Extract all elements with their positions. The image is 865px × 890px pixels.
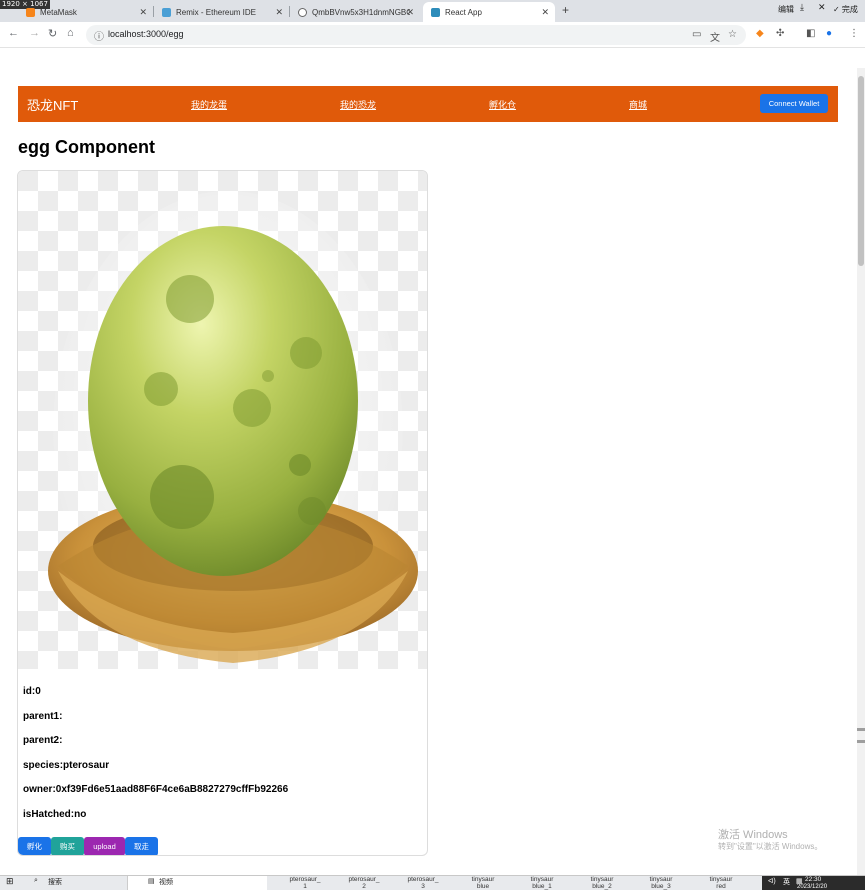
egg-id: id:0	[23, 686, 41, 697]
upload-button[interactable]: upload	[84, 837, 125, 855]
activation-watermark-title: 激活 Windows	[718, 829, 788, 841]
browser-tab-strip: 1920 × 1067 MetaMask ✕ Remix - Ethereum …	[0, 0, 865, 22]
translate-icon[interactable]: 文	[710, 29, 720, 44]
home-icon[interactable]: ⌂	[67, 27, 74, 39]
volume-icon[interactable]: ᐊ)	[768, 877, 776, 885]
file-label[interactable]: tinysaur blue_1	[517, 876, 567, 890]
taskbar-search-icon[interactable]: ⌕	[34, 877, 38, 885]
activation-watermark-subtitle: 转到"设置"以激活 Windows。	[718, 842, 823, 851]
done-button[interactable]: ✓ 完成	[833, 4, 858, 15]
scrollbar-thumb[interactable]	[858, 76, 864, 266]
clock-date[interactable]: 2023/12/20	[797, 884, 827, 890]
start-icon[interactable]: ⊞	[6, 876, 14, 887]
react-icon	[431, 7, 440, 17]
scroll-marker	[857, 740, 865, 743]
forward-icon[interactable]: →	[29, 27, 40, 39]
page-title: egg Component	[18, 137, 155, 157]
tab-ipfs[interactable]: QmbBVnw5x3H1dnmNGBC… ✕	[290, 2, 420, 22]
close-tab-icon[interactable]: ✕	[139, 7, 147, 18]
file-label[interactable]: pterosaur_ 3	[398, 876, 448, 890]
tab-metamask[interactable]: MetaMask ✕	[18, 2, 153, 22]
egg-parent1: parent1:	[23, 711, 63, 722]
nav-link-my-eggs[interactable]: 我的龙蛋	[191, 98, 227, 111]
install-app-icon[interactable]: ▭	[692, 29, 701, 40]
bookmark-star-icon[interactable]: ☆	[728, 29, 737, 40]
egg-parent2: parent2:	[23, 735, 63, 746]
page-content: 恐龙NFT 我的龙蛋 我的恐龙 孵化仓 商城 Connect Wallet eg…	[0, 49, 857, 875]
egg-owner: owner:0xf39Fd6e51aad88F6F4ce6aB8827279cf…	[23, 784, 289, 795]
new-tab-button[interactable]: +	[562, 3, 569, 17]
file-label[interactable]: tinysaur red	[696, 876, 746, 890]
tab-label: Remix - Ethereum IDE	[176, 7, 257, 17]
close-tab-icon[interactable]: ✕	[406, 7, 414, 18]
tab-label: MetaMask	[40, 7, 77, 17]
page-scrollbar[interactable]	[857, 68, 865, 875]
hatch-button[interactable]: 孵化	[18, 837, 51, 855]
back-icon[interactable]: ←	[8, 27, 19, 39]
file-label[interactable]: pterosaur_ 1	[280, 876, 330, 890]
taskbar-search[interactable]: 搜索	[48, 877, 62, 887]
reload-icon[interactable]: ↻	[48, 27, 57, 40]
ime-indicator[interactable]: 英	[783, 877, 790, 887]
globe-icon	[298, 7, 307, 17]
edit-button[interactable]: 编辑	[778, 4, 794, 15]
withdraw-button[interactable]: 取走	[125, 837, 158, 855]
egg-card: id:0 parent1: parent2: species:pterosaur…	[17, 170, 428, 856]
site-info-icon[interactable]: ⓘ	[94, 28, 104, 43]
side-panel-icon[interactable]: ◧	[806, 28, 815, 39]
close-tab-icon[interactable]: ✕	[275, 7, 283, 18]
tab-react-app[interactable]: React App ✕	[423, 2, 555, 22]
tab-remix[interactable]: Remix - Ethereum IDE ✕	[154, 2, 289, 22]
app-navbar: 恐龙NFT 我的龙蛋 我的恐龙 孵化仓 商城 Connect Wallet	[18, 86, 838, 122]
metamask-fox-icon	[26, 7, 35, 17]
egg-species: species:pterosaur	[23, 760, 110, 771]
taskbar-app-label[interactable]: 视频	[159, 877, 173, 887]
folder-icon: ▤	[148, 878, 155, 885]
tab-label: QmbBVnw5x3H1dnmNGBC…	[312, 7, 410, 17]
menu-icon[interactable]: ⋮	[849, 28, 859, 39]
url-text: localhost:3000/egg	[108, 29, 184, 39]
tab-label: React App	[445, 7, 482, 17]
nav-link-incubator[interactable]: 孵化仓	[489, 98, 516, 111]
brand-logo[interactable]: 恐龙NFT	[27, 95, 78, 114]
nav-link-my-dinosaurs[interactable]: 我的恐龙	[340, 98, 376, 111]
buy-button[interactable]: 购买	[51, 837, 84, 855]
download-icon[interactable]: ⤓	[800, 2, 804, 13]
close-tab-icon[interactable]: ✕	[541, 7, 549, 18]
windows-taskbar: ⊞ ⌕ 搜索 ▤ 视频 pterosaur_ 1 pterosaur_ 2 pter…	[0, 875, 865, 890]
file-label[interactable]: pterosaur_ 2	[339, 876, 389, 890]
egg-is-hatched: isHatched:no	[23, 809, 87, 820]
profile-icon[interactable]: ●	[826, 28, 832, 39]
browser-toolbar: ← → ↻ ⌂ ⓘ localhost:3000/egg ▭ 文 ☆ ◆ ✣ ◧…	[0, 22, 865, 48]
extensions-icon[interactable]: ✣	[776, 28, 784, 39]
connect-wallet-button[interactable]: Connect Wallet	[760, 94, 828, 113]
metamask-extension-icon[interactable]: ◆	[756, 28, 764, 39]
nav-link-market[interactable]: 商城	[629, 98, 647, 111]
address-bar[interactable]: ⓘ localhost:3000/egg ▭ 文 ☆	[86, 25, 746, 45]
close-icon[interactable]: ✕	[818, 2, 826, 13]
file-label[interactable]: tinysaur blue	[458, 876, 508, 890]
clock-time[interactable]: 22:30	[805, 876, 821, 883]
file-label[interactable]: tinysaur blue_2	[577, 876, 627, 890]
file-label[interactable]: tinysaur blue_3	[636, 876, 686, 890]
scroll-marker	[857, 728, 865, 731]
remix-icon	[162, 7, 171, 17]
egg-image	[18, 171, 427, 669]
